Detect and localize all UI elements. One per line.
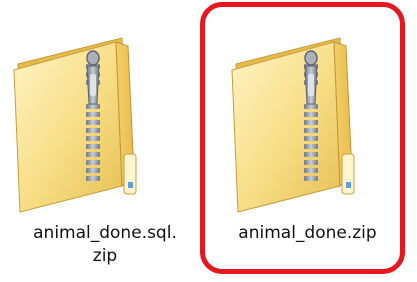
- file-name-line-2: zip: [92, 246, 118, 266]
- file-view: animal_done.sql. zip animal_done.zip: [0, 0, 417, 282]
- file-name-label: animal_done.zip: [205, 222, 410, 245]
- zip-folder-icon[interactable]: [222, 34, 362, 214]
- file-item-animal-done-sql-zip[interactable]: animal_done.sql. zip: [0, 0, 200, 282]
- zip-folder-icon[interactable]: [4, 34, 144, 214]
- file-name-line-1: animal_done.sql.: [33, 223, 177, 243]
- file-name-line-1: animal_done.zip: [238, 223, 377, 243]
- file-item-animal-done-zip[interactable]: animal_done.zip: [205, 0, 405, 282]
- file-name-label: animal_done.sql. zip: [6, 222, 204, 268]
